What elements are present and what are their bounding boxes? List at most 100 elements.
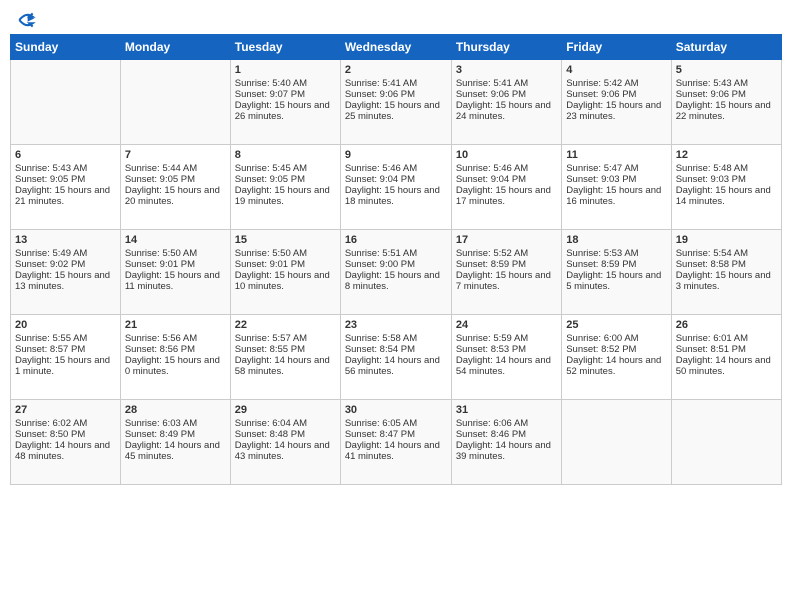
calendar-cell: 7Sunrise: 5:44 AMSunset: 9:05 PMDaylight… bbox=[120, 145, 230, 230]
calendar-cell: 22 Sunrise: 5:57 AMSunset: 8:55 PMDayligh… bbox=[230, 315, 340, 400]
sunset-text: Sunset: 9:01 PM bbox=[125, 259, 195, 270]
day-number: 9 bbox=[345, 149, 447, 161]
calendar-cell bbox=[11, 60, 121, 145]
sunrise-text: Sunrise: 5:59 AM bbox=[456, 333, 528, 344]
calendar-cell: 19Sunrise: 5:54 AMSunset: 8:58 PMDayligh… bbox=[671, 230, 781, 315]
sunrise-text: Sunrise: 5:47 AM bbox=[566, 163, 638, 174]
calendar-cell: 30Sunrise: 6:05 AMSunset: 8:47 PMDayligh… bbox=[340, 400, 451, 485]
sunset-text: Sunset: 8:50 PM bbox=[15, 429, 85, 440]
day-number: 22 bbox=[235, 319, 336, 331]
sunset-text: Sunset: 8:56 PM bbox=[125, 344, 195, 355]
day-number: 7 bbox=[125, 149, 226, 161]
calendar-cell: 5Sunrise: 5:43 AMSunset: 9:06 PMDaylight… bbox=[671, 60, 781, 145]
calendar-cell: 6Sunrise: 5:43 AMSunset: 9:05 PMDaylight… bbox=[11, 145, 121, 230]
daylight-text: Daylight: 14 hours and 48 minutes. bbox=[15, 440, 110, 462]
daylight-text: Daylight: 15 hours and 23 minutes. bbox=[566, 100, 661, 122]
day-number: 2 bbox=[345, 64, 447, 76]
page-header bbox=[10, 10, 782, 26]
daylight-text: Daylight: 15 hours and 26 minutes. bbox=[235, 100, 330, 122]
sunset-text: Sunset: 8:55 PM bbox=[235, 344, 305, 355]
sunrise-text: Sunrise: 5:46 AM bbox=[345, 163, 417, 174]
sunrise-text: Sunrise: 5:57 AM bbox=[235, 333, 307, 344]
logo bbox=[14, 10, 36, 26]
sunset-text: Sunset: 9:05 PM bbox=[15, 174, 85, 185]
daylight-text: Daylight: 15 hours and 10 minutes. bbox=[235, 270, 330, 292]
sunrise-text: Sunrise: 5:43 AM bbox=[15, 163, 87, 174]
day-number: 3 bbox=[456, 64, 557, 76]
weekday-header-thursday: Thursday bbox=[451, 35, 561, 60]
daylight-text: Daylight: 14 hours and 58 minutes. bbox=[235, 355, 330, 377]
daylight-text: Daylight: 14 hours and 43 minutes. bbox=[235, 440, 330, 462]
sunset-text: Sunset: 9:03 PM bbox=[676, 174, 746, 185]
calendar-cell: 11Sunrise: 5:47 AMSunset: 9:03 PMDayligh… bbox=[562, 145, 671, 230]
daylight-text: Daylight: 15 hours and 13 minutes. bbox=[15, 270, 110, 292]
sunset-text: Sunset: 8:51 PM bbox=[676, 344, 746, 355]
weekday-header-monday: Monday bbox=[120, 35, 230, 60]
day-number: 5 bbox=[676, 64, 777, 76]
sunrise-text: Sunrise: 5:52 AM bbox=[456, 248, 528, 259]
day-number: 17 bbox=[456, 234, 557, 246]
sunrise-text: Sunrise: 6:01 AM bbox=[676, 333, 748, 344]
sunset-text: Sunset: 9:03 PM bbox=[566, 174, 636, 185]
daylight-text: Daylight: 15 hours and 11 minutes. bbox=[125, 270, 220, 292]
sunset-text: Sunset: 8:59 PM bbox=[566, 259, 636, 270]
calendar-cell: 24Sunrise: 5:59 AMSunset: 8:53 PMDayligh… bbox=[451, 315, 561, 400]
sunrise-text: Sunrise: 5:41 AM bbox=[345, 78, 417, 89]
calendar-cell: 9 Sunrise: 5:46 AMSunset: 9:04 PMDaylight… bbox=[340, 145, 451, 230]
calendar-cell: 10 Sunrise: 5:46 AMSunset: 9:04 PMDayligh… bbox=[451, 145, 561, 230]
day-number: 8 bbox=[235, 149, 336, 161]
daylight-text: Daylight: 15 hours and 1 minute. bbox=[15, 355, 110, 377]
sunset-text: Sunset: 9:04 PM bbox=[456, 174, 526, 185]
sunrise-text: Sunrise: 5:50 AM bbox=[235, 248, 307, 259]
daylight-text: Daylight: 15 hours and 0 minutes. bbox=[125, 355, 220, 377]
sunrise-text: Sunrise: 5:42 AM bbox=[566, 78, 638, 89]
sunset-text: Sunset: 9:07 PM bbox=[235, 89, 305, 100]
sunrise-text: Sunrise: 6:02 AM bbox=[15, 418, 87, 429]
daylight-text: Daylight: 15 hours and 14 minutes. bbox=[676, 185, 771, 207]
daylight-text: Daylight: 15 hours and 18 minutes. bbox=[345, 185, 440, 207]
daylight-text: Daylight: 15 hours and 22 minutes. bbox=[676, 100, 771, 122]
calendar-cell: 27 Sunrise: 6:02 AMSunset: 8:50 PMDayligh… bbox=[11, 400, 121, 485]
sunrise-text: Sunrise: 5:56 AM bbox=[125, 333, 197, 344]
sunrise-text: Sunrise: 5:46 AM bbox=[456, 163, 528, 174]
sunrise-text: Sunrise: 5:48 AM bbox=[676, 163, 748, 174]
weekday-header-friday: Friday bbox=[562, 35, 671, 60]
daylight-text: Daylight: 14 hours and 52 minutes. bbox=[566, 355, 661, 377]
sunset-text: Sunset: 8:46 PM bbox=[456, 429, 526, 440]
day-number: 29 bbox=[235, 404, 336, 416]
calendar-cell bbox=[671, 400, 781, 485]
sunrise-text: Sunrise: 5:51 AM bbox=[345, 248, 417, 259]
sunrise-text: Sunrise: 6:04 AM bbox=[235, 418, 307, 429]
sunrise-text: Sunrise: 5:45 AM bbox=[235, 163, 307, 174]
daylight-text: Daylight: 15 hours and 21 minutes. bbox=[15, 185, 110, 207]
day-number: 27 bbox=[15, 404, 116, 416]
calendar-cell: 31Sunrise: 6:06 AMSunset: 8:46 PMDayligh… bbox=[451, 400, 561, 485]
sunset-text: Sunset: 9:00 PM bbox=[345, 259, 415, 270]
sunset-text: Sunset: 9:04 PM bbox=[345, 174, 415, 185]
calendar-cell: 18Sunrise: 5:53 AMSunset: 8:59 PMDayligh… bbox=[562, 230, 671, 315]
sunset-text: Sunset: 9:06 PM bbox=[566, 89, 636, 100]
sunset-text: Sunset: 8:59 PM bbox=[456, 259, 526, 270]
daylight-text: Daylight: 15 hours and 17 minutes. bbox=[456, 185, 551, 207]
sunrise-text: Sunrise: 6:00 AM bbox=[566, 333, 638, 344]
daylight-text: Daylight: 15 hours and 7 minutes. bbox=[456, 270, 551, 292]
calendar-cell: 8Sunrise: 5:45 AMSunset: 9:05 PMDaylight… bbox=[230, 145, 340, 230]
daylight-text: Daylight: 14 hours and 56 minutes. bbox=[345, 355, 440, 377]
calendar-cell: 17 Sunrise: 5:52 AMSunset: 8:59 PMDayligh… bbox=[451, 230, 561, 315]
day-number: 30 bbox=[345, 404, 447, 416]
daylight-text: Daylight: 15 hours and 20 minutes. bbox=[125, 185, 220, 207]
day-number: 10 bbox=[456, 149, 557, 161]
daylight-text: Daylight: 15 hours and 3 minutes. bbox=[676, 270, 771, 292]
weekday-header-wednesday: Wednesday bbox=[340, 35, 451, 60]
calendar-cell: 15Sunrise: 5:50 AMSunset: 9:01 PMDayligh… bbox=[230, 230, 340, 315]
calendar-cell: 28Sunrise: 6:03 AMSunset: 8:49 PMDayligh… bbox=[120, 400, 230, 485]
daylight-text: Daylight: 15 hours and 19 minutes. bbox=[235, 185, 330, 207]
sunset-text: Sunset: 9:02 PM bbox=[15, 259, 85, 270]
calendar-cell: 29Sunrise: 6:04 AMSunset: 8:48 PMDayligh… bbox=[230, 400, 340, 485]
sunrise-text: Sunrise: 5:55 AM bbox=[15, 333, 87, 344]
sunrise-text: Sunrise: 6:05 AM bbox=[345, 418, 417, 429]
day-number: 15 bbox=[235, 234, 336, 246]
sunset-text: Sunset: 8:49 PM bbox=[125, 429, 195, 440]
day-number: 14 bbox=[125, 234, 226, 246]
logo-icon bbox=[16, 10, 36, 30]
